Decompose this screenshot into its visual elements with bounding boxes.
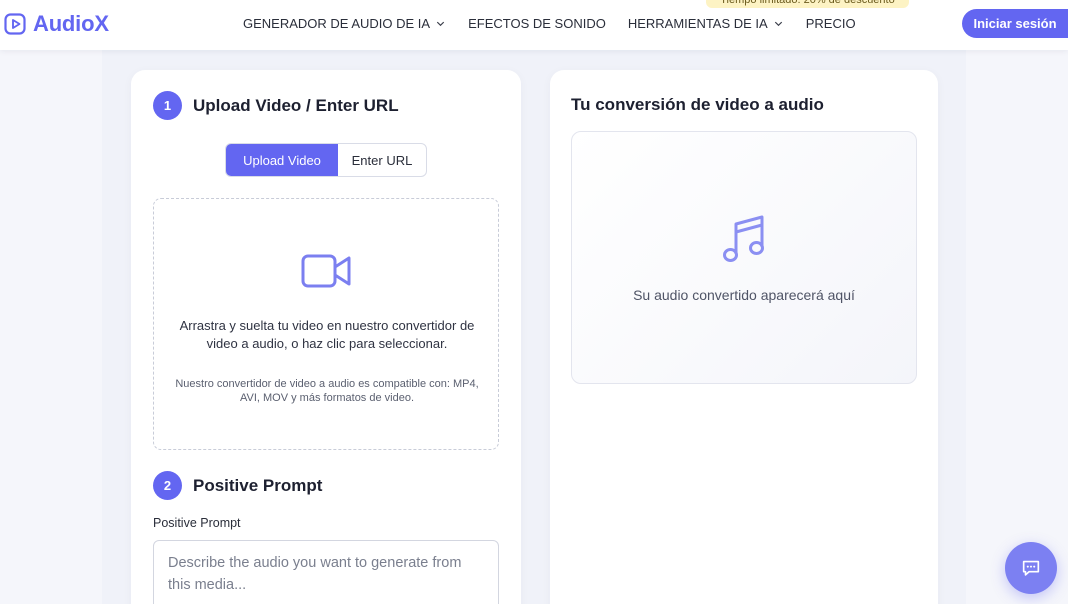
video-camera-icon — [301, 254, 351, 288]
tab-upload-video[interactable]: Upload Video — [226, 144, 338, 176]
source-tab-switcher: Upload Video Enter URL — [225, 143, 427, 177]
video-dropzone[interactable]: Arrastra y suelta tu video en nuestro co… — [153, 198, 499, 450]
promo-banner[interactable]: Tiempo limitado: 20% de descuento — [706, 0, 909, 8]
chat-widget-button[interactable] — [1005, 542, 1057, 594]
brand-name: AudioX — [33, 11, 109, 36]
login-button[interactable]: Iniciar sesión — [962, 9, 1068, 38]
dropzone-formats-note: Nuestro convertidor de video a audio es … — [175, 378, 479, 404]
nav-link-ai-tools[interactable]: HERRAMIENTAS DE IA — [628, 16, 784, 31]
audiox-logo-icon — [4, 13, 26, 35]
brand-logo[interactable]: AudioX — [4, 11, 109, 37]
result-title: Tu conversión de video a audio — [571, 95, 824, 114]
tab-enter-url[interactable]: Enter URL — [338, 144, 426, 176]
chevron-down-icon — [436, 21, 445, 27]
result-empty-text: Su audio convertido aparecerá aquí — [633, 287, 855, 303]
step-1-title: Upload Video / Enter URL — [193, 96, 399, 115]
step-2-title: Positive Prompt — [193, 476, 323, 495]
nav-link-audio-generator[interactable]: GENERADOR DE AUDIO DE IA — [243, 16, 446, 31]
step-2-badge: 2 — [153, 471, 182, 500]
top-nav: AudioX GENERADOR DE AUDIO DE IA EFECTOS … — [0, 0, 1068, 50]
chat-bubble-icon — [1022, 560, 1040, 576]
nav-links: GENERADOR DE AUDIO DE IA EFECTOS DE SONI… — [243, 16, 856, 31]
positive-prompt-input[interactable] — [153, 540, 499, 604]
music-note-icon — [723, 215, 764, 262]
nav-link-pricing[interactable]: PRECIO — [806, 16, 856, 31]
nav-link-sound-effects[interactable]: EFECTOS DE SONIDO — [468, 16, 606, 31]
step-1-badge: 1 — [153, 91, 182, 120]
audio-result-area: Su audio convertido aparecerá aquí — [571, 131, 917, 384]
dropzone-instructions: Arrastra y suelta tu video en nuestro co… — [179, 318, 475, 351]
chevron-down-icon — [774, 21, 782, 27]
positive-prompt-label: Positive Prompt — [153, 516, 241, 530]
